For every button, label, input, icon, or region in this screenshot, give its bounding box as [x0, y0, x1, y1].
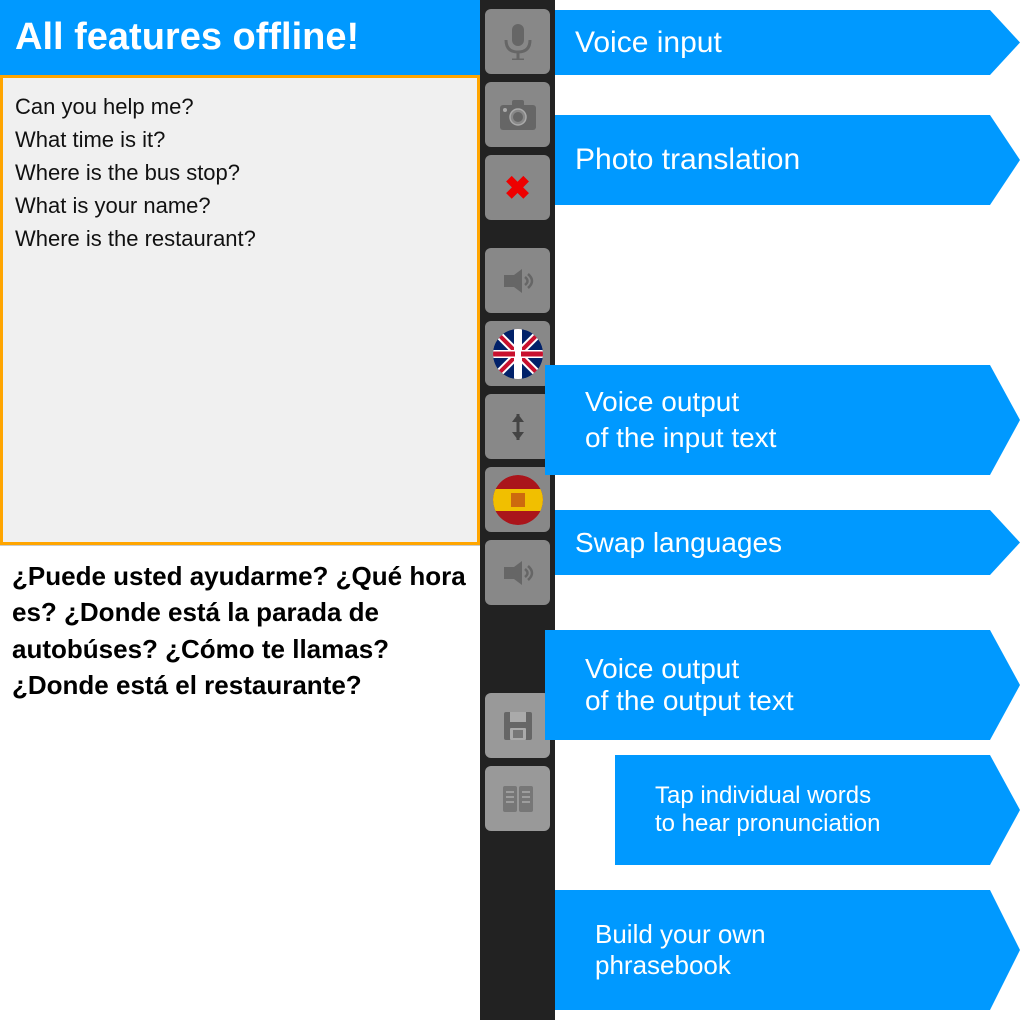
photo-translation-label: Photo translation [555, 115, 1020, 205]
voice-output-output-line1: Voice output [585, 653, 990, 685]
swap-languages-label: Swap languages [555, 510, 1020, 575]
camera-button[interactable] [485, 82, 550, 147]
speaker-output-icon [502, 559, 534, 587]
output-text: ¿Puede usted ayudarme? ¿Qué hora es? ¿Do… [12, 558, 468, 704]
spain-flag [493, 475, 543, 525]
voice-output-output-label: Voice output of the output text [545, 630, 1020, 740]
save-icon [502, 710, 534, 742]
tap-words-line1: Tap individual words [655, 782, 990, 810]
header-title: All features offline! [15, 16, 359, 59]
save-phrasebook-button[interactable] [485, 693, 550, 758]
book-icon [501, 784, 535, 814]
voice-output-output-line2: of the output text [585, 685, 990, 717]
speaker-input-button[interactable] [485, 248, 550, 313]
tap-words-line2: to hear pronunciation [655, 810, 990, 838]
swap-languages-button[interactable] [485, 394, 550, 459]
voice-output-input-line1: Voice output [585, 384, 990, 420]
mic-button[interactable] [485, 9, 550, 74]
build-phrasebook-line1: Build your own [595, 919, 990, 950]
target-language-button[interactable] [485, 467, 550, 532]
phrasebook-button[interactable] [485, 766, 550, 831]
header-bar: All features offline! [0, 0, 480, 75]
build-phrasebook-label: Build your own phrasebook [555, 890, 1020, 1010]
input-panel[interactable]: Can you help me? What time is it? Where … [0, 75, 480, 545]
toolbar: ✖ [480, 0, 555, 1020]
swap-icon [503, 412, 533, 442]
mic-icon [502, 24, 534, 60]
source-language-button[interactable] [485, 321, 550, 386]
camera-icon [500, 100, 536, 130]
build-phrasebook-line2: phrasebook [595, 950, 990, 981]
voice-input-label: Voice input [555, 10, 1020, 75]
output-panel[interactable]: ¿Puede usted ayudarme? ¿Qué hora es? ¿Do… [0, 545, 480, 1020]
input-text: Can you help me? What time is it? Where … [15, 90, 465, 255]
speaker-output-button[interactable] [485, 540, 550, 605]
uk-flag [493, 329, 543, 379]
voice-output-input-label: Voice output of the input text [545, 365, 1020, 475]
voice-output-input-line2: of the input text [585, 420, 990, 456]
close-icon: ✖ [504, 169, 531, 207]
clear-button[interactable]: ✖ [485, 155, 550, 220]
speaker-input-icon [502, 267, 534, 295]
tap-words-label: Tap individual words to hear pronunciati… [615, 755, 1020, 865]
